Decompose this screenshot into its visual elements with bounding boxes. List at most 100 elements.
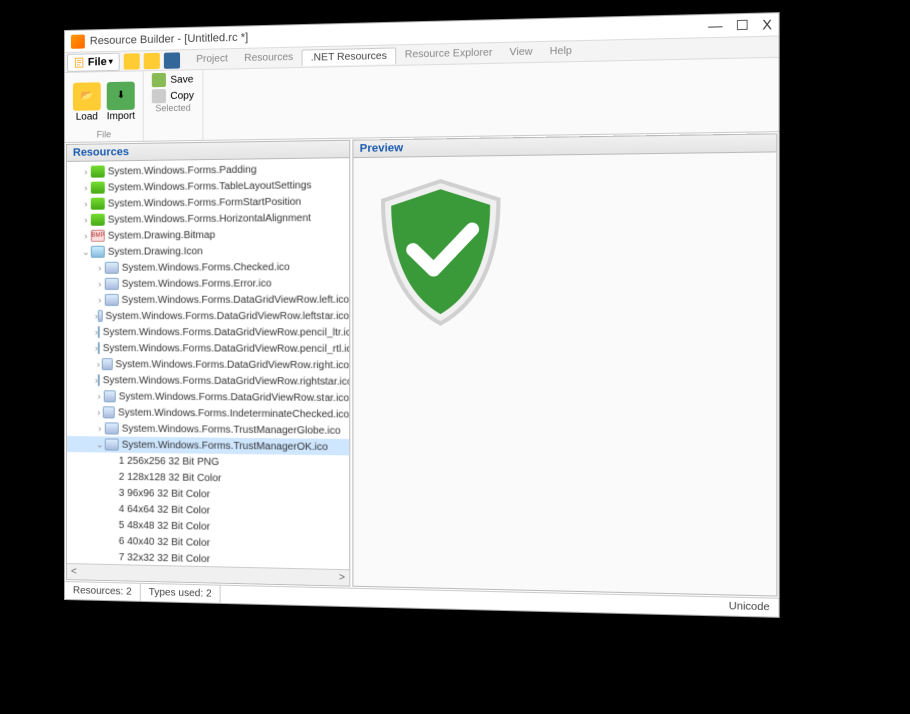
file-icon: [102, 358, 113, 370]
tree-row[interactable]: › System.Windows.Forms.Checked.ico: [67, 259, 349, 276]
preview-panel: Preview: [352, 133, 777, 596]
file-icon: [98, 342, 100, 354]
ribbon-group-file-label: File: [97, 129, 111, 139]
tree-twisty-icon[interactable]: ›: [95, 407, 103, 417]
tree-node-label: System.Windows.Forms.DataGridViewRow.rig…: [103, 375, 349, 388]
bmp-icon: BMP: [91, 230, 105, 242]
tree-node-label: System.Windows.Forms.DataGridViewRow.sta…: [119, 391, 350, 404]
tree-node-label: 7 32x32 32 Bit Color: [119, 552, 210, 565]
ribbon-group-file: 📂 Load ⬇ Import File: [65, 71, 144, 142]
tree-node-label: System.Windows.Forms.HorizontalAlignment: [108, 212, 311, 225]
ribbon: 📂 Load ⬇ Import File Save Copy: [65, 58, 779, 143]
minimize-button[interactable]: —: [708, 17, 722, 34]
file-icon: [103, 406, 115, 418]
tree-row[interactable]: ›System.Windows.Forms.DataGridViewRow.pe…: [67, 340, 349, 357]
load-label: Load: [76, 111, 98, 122]
tree-row[interactable]: ›System.Windows.Forms.DataGridViewRow.le…: [67, 308, 349, 324]
scroll-right-icon[interactable]: >: [339, 572, 345, 583]
app-icon: [71, 34, 85, 48]
dropdown-icon: ▾: [109, 57, 113, 66]
tab-resource-explorer[interactable]: Resource Explorer: [396, 45, 501, 64]
file-icon: [105, 422, 119, 434]
toolbar-icon-3[interactable]: [164, 52, 180, 69]
tree-node-label: System.Drawing.Bitmap: [108, 229, 215, 241]
folder-icon: [91, 214, 105, 226]
tree-node-label: System.Windows.Forms.Error.ico: [122, 278, 272, 290]
import-icon: ⬇: [107, 81, 135, 110]
import-button[interactable]: ⬇ Import: [107, 81, 135, 122]
copy-label: Copy: [170, 90, 194, 102]
ribbon-group-selected-label: Selected: [155, 103, 190, 114]
tree-row[interactable]: ›System.Windows.Forms.DataGridViewRow.pe…: [67, 324, 349, 341]
toolbar-icon-1[interactable]: [124, 53, 140, 69]
tree-twisty-icon[interactable]: ›: [81, 183, 91, 193]
tab-help[interactable]: Help: [541, 43, 580, 61]
tree-node-label: System.Windows.Forms.DataGridViewRow.lef…: [122, 294, 350, 305]
close-button[interactable]: X: [762, 16, 772, 33]
folder-icon: [91, 182, 105, 194]
tab--net-resources[interactable]: .NET Resources: [301, 47, 396, 66]
tree-twisty-icon[interactable]: ›: [95, 295, 105, 305]
resources-panel: Resources ›System.Windows.Forms.Padding›…: [66, 140, 350, 587]
tree-twisty-icon[interactable]: ⌄: [81, 246, 91, 257]
file-icon: [105, 294, 119, 306]
resource-tree[interactable]: ›System.Windows.Forms.Padding›System.Win…: [67, 158, 349, 569]
tree-node-label: 2 128x128 32 Bit Color: [119, 471, 222, 484]
save-label: Save: [170, 74, 193, 86]
tree-twisty-icon[interactable]: ›: [95, 263, 105, 273]
tree-node-label: System.Windows.Forms.IndeterminateChecke…: [118, 407, 349, 420]
preview-body: [353, 152, 776, 595]
folder-icon: [91, 165, 105, 177]
tree-twisty-icon[interactable]: ›: [81, 167, 91, 177]
tree-twisty-icon[interactable]: ›: [81, 215, 91, 225]
file-icon: [74, 56, 86, 68]
tab-view[interactable]: View: [501, 44, 541, 62]
tree-node-label: 4 64x64 32 Bit Color: [119, 503, 210, 516]
tree-row[interactable]: ›System.Windows.Forms.DataGridViewRow.ri…: [67, 372, 349, 390]
tree-twisty-icon[interactable]: ›: [95, 279, 105, 289]
file-menu-button[interactable]: File ▾: [67, 52, 120, 71]
tree-node-label: System.Windows.Forms.DataGridViewRow.pen…: [103, 343, 349, 355]
tree-row[interactable]: ⌄System.Drawing.Icon: [67, 242, 349, 260]
tree-row[interactable]: ›System.Windows.Forms.DataGridViewRow.ri…: [67, 356, 349, 373]
tree-node-label: 1 256x256 32 Bit PNG: [119, 455, 219, 467]
toolbar-icon-2[interactable]: [144, 52, 160, 68]
tab-project[interactable]: Project: [188, 51, 236, 68]
tree-node-label: System.Windows.Forms.TrustManagerGlobe.i…: [122, 423, 341, 436]
save-button[interactable]: Save: [152, 72, 194, 87]
tree-twisty-icon[interactable]: ›: [81, 231, 91, 241]
copy-button[interactable]: Copy: [152, 88, 194, 103]
status-types: Types used: 2: [141, 584, 221, 603]
file-icon: [98, 374, 100, 386]
file-icon: [103, 390, 115, 402]
load-icon: 📂: [73, 82, 101, 111]
tree-twisty-icon[interactable]: ›: [95, 423, 105, 433]
tree-twisty-icon[interactable]: ⌄: [95, 439, 105, 450]
tree-node-label: System.Windows.Forms.DataGridViewRow.lef…: [105, 310, 349, 321]
tree-node-label: System.Windows.Forms.TableLayoutSettings: [108, 180, 312, 193]
file-icon: [105, 278, 119, 290]
window-title: Resource Builder - [Untitled.rc *]: [90, 31, 248, 47]
scroll-left-icon[interactable]: <: [71, 566, 77, 577]
file-icon: [105, 438, 119, 450]
app-window: Resource Builder - [Untitled.rc *] — ☐ X…: [64, 12, 780, 618]
load-button[interactable]: 📂 Load: [73, 82, 101, 123]
tree-twisty-icon[interactable]: ›: [95, 359, 102, 369]
tab-resources[interactable]: Resources: [236, 49, 301, 67]
status-resources: Resources: 2: [65, 582, 141, 601]
shield-ok-icon: [372, 175, 509, 331]
import-label: Import: [107, 110, 135, 122]
tree-twisty-icon[interactable]: ›: [81, 199, 91, 209]
tree-node-label: 6 40x40 32 Bit Color: [119, 536, 210, 549]
maximize-button[interactable]: ☐: [736, 17, 749, 34]
tree-node-label: System.Windows.Forms.Checked.ico: [122, 261, 290, 273]
tree-twisty-icon[interactable]: ›: [95, 391, 104, 401]
tree-row[interactable]: ›BMPSystem.Drawing.Bitmap: [67, 226, 349, 244]
ribbon-group-selected: Save Copy Selected: [144, 70, 203, 141]
file-icon: [98, 310, 103, 322]
status-encoding: Unicode: [720, 601, 779, 614]
file-icon: [105, 262, 119, 274]
tree-row[interactable]: › System.Windows.Forms.DataGridViewRow.le…: [67, 291, 349, 308]
file-icon: [98, 326, 100, 338]
tree-row[interactable]: › System.Windows.Forms.Error.ico: [67, 275, 349, 292]
